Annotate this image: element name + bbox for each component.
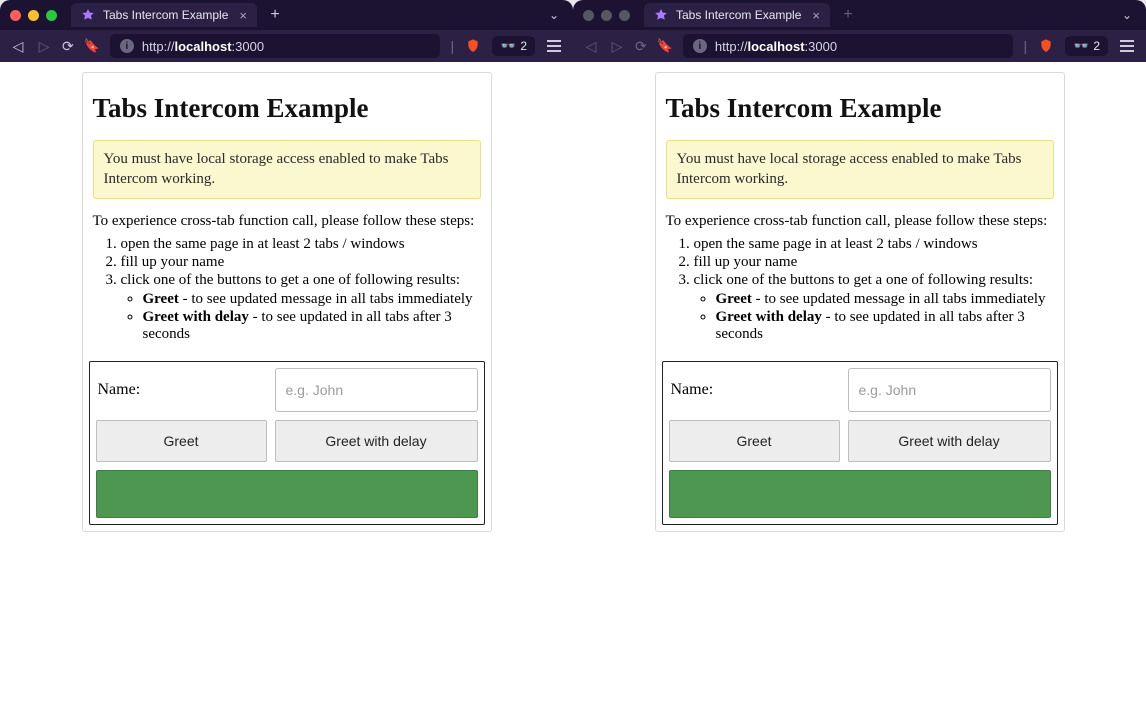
greet-button[interactable]: Greet xyxy=(96,420,267,462)
url-text: http://localhost:3000 xyxy=(142,39,264,54)
substep-item: Greet with delay - to see updated in all… xyxy=(143,309,481,343)
forward-button: ▷ xyxy=(36,38,52,55)
brave-shield-icon[interactable] xyxy=(1037,37,1055,55)
window-controls xyxy=(583,10,630,21)
name-input[interactable] xyxy=(848,368,1051,412)
bookmark-icon[interactable]: 🔖 xyxy=(657,38,673,54)
favicon-icon xyxy=(654,8,668,22)
reload-button[interactable]: ⟳ xyxy=(635,38,647,55)
tracker-count-badge[interactable]: 👓 2 xyxy=(492,36,535,56)
step-item: open the same page in at least 2 tabs / … xyxy=(121,236,481,253)
minimize-window-icon[interactable] xyxy=(601,10,612,21)
substep-item: Greet with delay - to see updated in all… xyxy=(716,309,1054,343)
glasses-icon: 👓 xyxy=(500,38,514,54)
page-card: Tabs Intercom Example You must have loca… xyxy=(82,72,492,532)
browser-window-left: Tabs Intercom Example × + ⌄ ◁ ▷ ⟳ 🔖 i ht… xyxy=(0,0,573,720)
tab-title: Tabs Intercom Example xyxy=(676,8,801,22)
greet-form: Name: Greet Greet with delay xyxy=(662,361,1058,525)
name-label: Name: xyxy=(669,381,840,399)
browser-window-right: Tabs Intercom Example × + ⌄ ◁ ▷ ⟳ 🔖 i ht… xyxy=(573,0,1146,720)
substep-item: Greet - to see updated message in all ta… xyxy=(716,291,1054,308)
result-panel xyxy=(96,470,478,518)
step-item: click one of the buttons to get a one of… xyxy=(121,272,481,343)
step-item: open the same page in at least 2 tabs / … xyxy=(694,236,1054,253)
tracker-count: 2 xyxy=(520,39,527,53)
name-label: Name: xyxy=(96,381,267,399)
warning-banner: You must have local storage access enabl… xyxy=(93,140,481,199)
steps-list: open the same page in at least 2 tabs / … xyxy=(686,236,1054,343)
intro-text: To experience cross-tab function call, p… xyxy=(666,213,1054,230)
substeps-list: Greet - to see updated message in all ta… xyxy=(143,291,481,343)
bookmark-icon[interactable]: 🔖 xyxy=(84,38,100,54)
toolbar: ◁ ▷ ⟳ 🔖 i http://localhost:3000 | 👓 2 xyxy=(0,30,573,62)
page-card: Tabs Intercom Example You must have loca… xyxy=(655,72,1065,532)
close-tab-icon[interactable]: × xyxy=(812,8,820,23)
steps-list: open the same page in at least 2 tabs / … xyxy=(113,236,481,343)
tab-title: Tabs Intercom Example xyxy=(103,8,228,22)
warning-banner: You must have local storage access enabl… xyxy=(666,140,1054,199)
greet-form: Name: Greet Greet with delay xyxy=(89,361,485,525)
site-info-icon[interactable]: i xyxy=(693,39,707,53)
forward-button: ▷ xyxy=(609,38,625,55)
titlebar: Tabs Intercom Example × + ⌄ xyxy=(573,0,1146,30)
toolbar: ◁ ▷ ⟳ 🔖 i http://localhost:3000 | 👓 2 xyxy=(573,30,1146,62)
tabs-dropdown-icon[interactable]: ⌄ xyxy=(1122,8,1132,22)
divider: | xyxy=(450,38,454,54)
new-tab-button[interactable]: + xyxy=(265,6,285,24)
tracker-count: 2 xyxy=(1093,39,1100,53)
menu-button[interactable] xyxy=(1118,37,1136,55)
window-controls xyxy=(10,10,57,21)
url-text: http://localhost:3000 xyxy=(715,39,837,54)
minimize-window-icon[interactable] xyxy=(28,10,39,21)
step-item: click one of the buttons to get a one of… xyxy=(694,272,1054,343)
new-tab-button[interactable]: + xyxy=(838,6,858,24)
greet-button[interactable]: Greet xyxy=(669,420,840,462)
browser-tab[interactable]: Tabs Intercom Example × xyxy=(71,3,257,27)
reload-button[interactable]: ⟳ xyxy=(62,38,74,55)
maximize-window-icon[interactable] xyxy=(46,10,57,21)
back-button: ◁ xyxy=(583,38,599,55)
result-panel xyxy=(669,470,1051,518)
brave-shield-icon[interactable] xyxy=(464,37,482,55)
tracker-count-badge[interactable]: 👓 2 xyxy=(1065,36,1108,56)
address-bar[interactable]: i http://localhost:3000 xyxy=(110,34,441,58)
titlebar: Tabs Intercom Example × + ⌄ xyxy=(0,0,573,30)
site-info-icon[interactable]: i xyxy=(120,39,134,53)
close-window-icon[interactable] xyxy=(583,10,594,21)
tabs-dropdown-icon[interactable]: ⌄ xyxy=(549,8,559,22)
greet-with-delay-button[interactable]: Greet with delay xyxy=(848,420,1051,462)
menu-button[interactable] xyxy=(545,37,563,55)
page-viewport: Tabs Intercom Example You must have loca… xyxy=(573,62,1146,720)
favicon-icon xyxy=(81,8,95,22)
greet-with-delay-button[interactable]: Greet with delay xyxy=(275,420,478,462)
step-item: fill up your name xyxy=(694,254,1054,271)
close-window-icon[interactable] xyxy=(10,10,21,21)
page-title: Tabs Intercom Example xyxy=(93,93,481,124)
name-input[interactable] xyxy=(275,368,478,412)
substeps-list: Greet - to see updated message in all ta… xyxy=(716,291,1054,343)
step-item: fill up your name xyxy=(121,254,481,271)
glasses-icon: 👓 xyxy=(1073,38,1087,54)
close-tab-icon[interactable]: × xyxy=(239,8,247,23)
back-button[interactable]: ◁ xyxy=(10,38,26,55)
maximize-window-icon[interactable] xyxy=(619,10,630,21)
intro-text: To experience cross-tab function call, p… xyxy=(93,213,481,230)
substep-item: Greet - to see updated message in all ta… xyxy=(143,291,481,308)
divider: | xyxy=(1023,38,1027,54)
page-title: Tabs Intercom Example xyxy=(666,93,1054,124)
page-viewport: Tabs Intercom Example You must have loca… xyxy=(0,62,573,720)
address-bar[interactable]: i http://localhost:3000 xyxy=(683,34,1014,58)
browser-tab[interactable]: Tabs Intercom Example × xyxy=(644,3,830,27)
